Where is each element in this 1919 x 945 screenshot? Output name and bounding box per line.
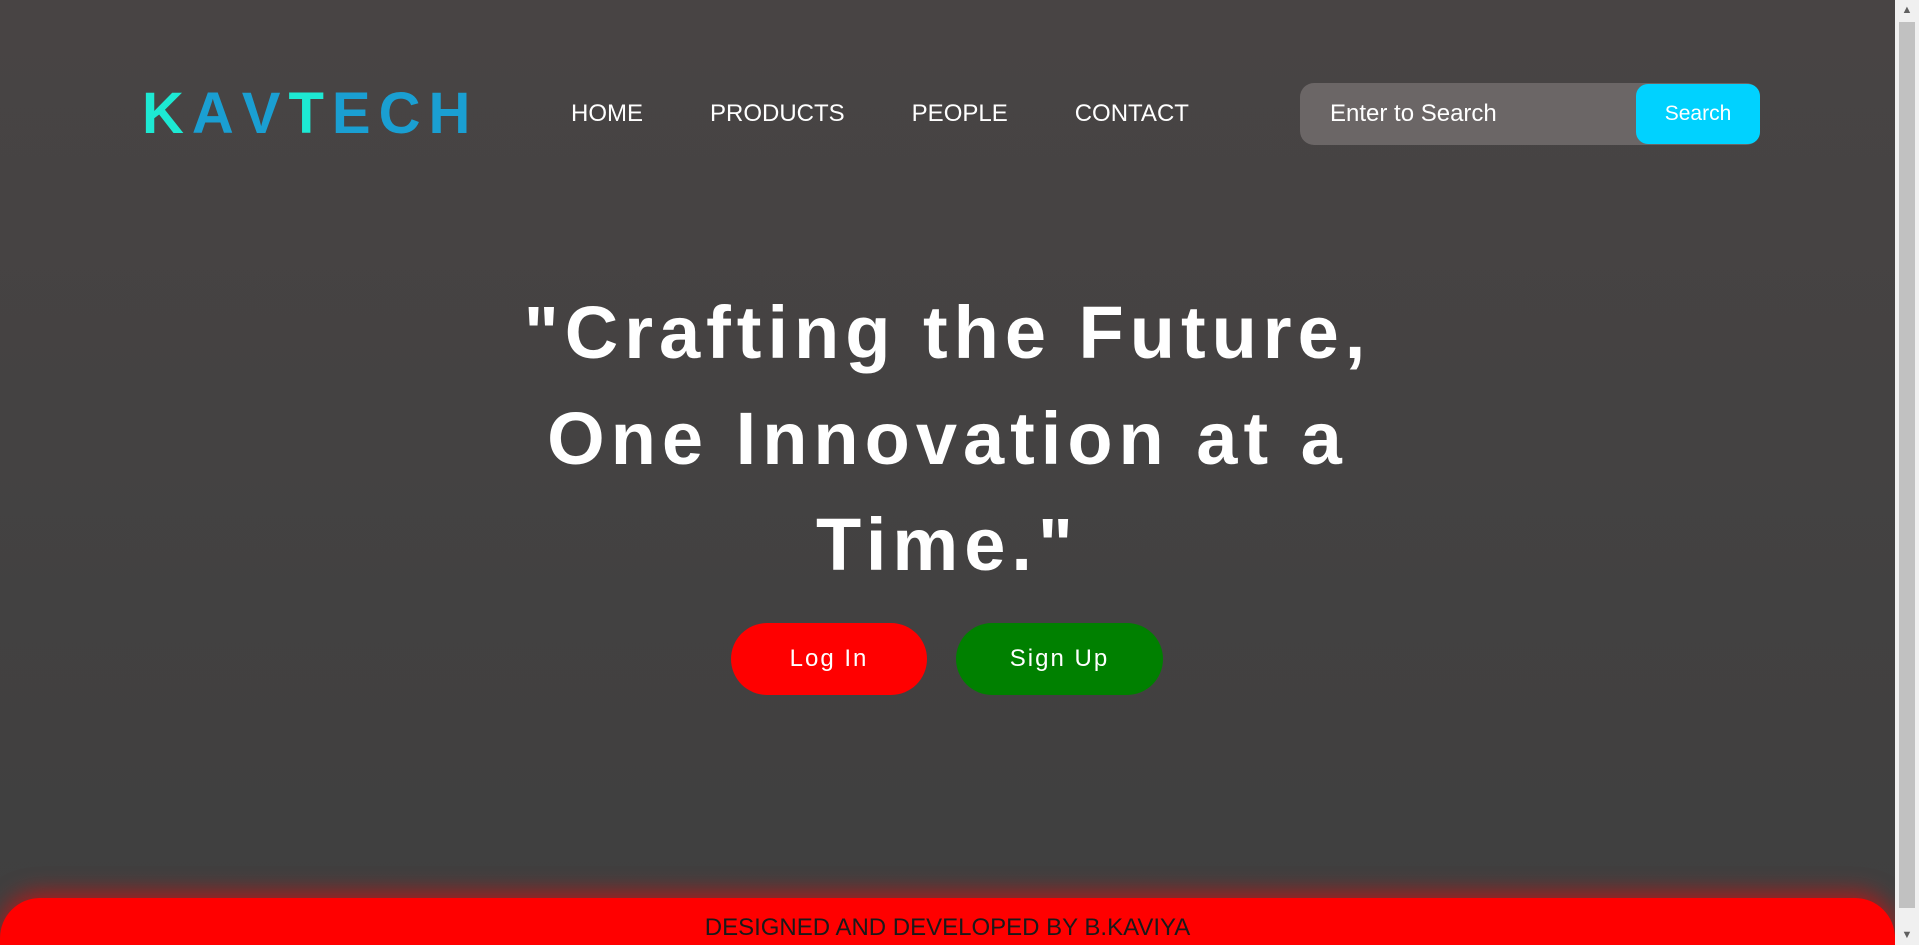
login-button[interactable]: Log In bbox=[731, 623, 927, 695]
nav-item-products[interactable]: PRODUCTS bbox=[710, 94, 845, 134]
vertical-scrollbar[interactable]: ▲ ▼ bbox=[1895, 0, 1919, 945]
nav-item-people[interactable]: PEOPLE bbox=[912, 94, 1008, 134]
footer-bar: DESIGNED AND DEVELOPED BY B.KAVIYA bbox=[0, 898, 1895, 945]
logo-letter: C bbox=[378, 81, 429, 146]
logo-letter: K bbox=[142, 81, 192, 146]
nav-item-contact[interactable]: CONTACT bbox=[1075, 94, 1189, 134]
brand-logo[interactable]: KAVTECH bbox=[142, 76, 478, 152]
footer-credit: DESIGNED AND DEVELOPED BY B.KAVIYA bbox=[704, 914, 1191, 941]
logo-letter: E bbox=[331, 81, 379, 146]
main-nav: HOME PRODUCTS PEOPLE CONTACT bbox=[571, 94, 1256, 134]
logo-letter: V bbox=[241, 81, 289, 146]
logo-letter: T bbox=[288, 81, 332, 146]
triangle-down-icon[interactable]: ▼ bbox=[1895, 925, 1919, 945]
search-bar: Search bbox=[1300, 83, 1760, 145]
search-button[interactable]: Search bbox=[1636, 84, 1760, 144]
triangle-up-icon[interactable]: ▲ bbox=[1895, 0, 1919, 20]
page-viewport: KAVTECH HOME PRODUCTS PEOPLE CONTACT Sea… bbox=[0, 0, 1895, 945]
hero-section: "Crafting the Future, One Innovation at … bbox=[0, 280, 1895, 598]
nav-item-home[interactable]: HOME bbox=[571, 94, 643, 134]
scrollbar-thumb[interactable] bbox=[1899, 22, 1915, 908]
signup-button[interactable]: Sign Up bbox=[956, 623, 1163, 695]
hero-tagline: "Crafting the Future, One Innovation at … bbox=[523, 291, 1372, 586]
logo-letter: H bbox=[428, 81, 479, 146]
search-input[interactable] bbox=[1330, 83, 1630, 145]
logo-letter: A bbox=[191, 81, 242, 146]
